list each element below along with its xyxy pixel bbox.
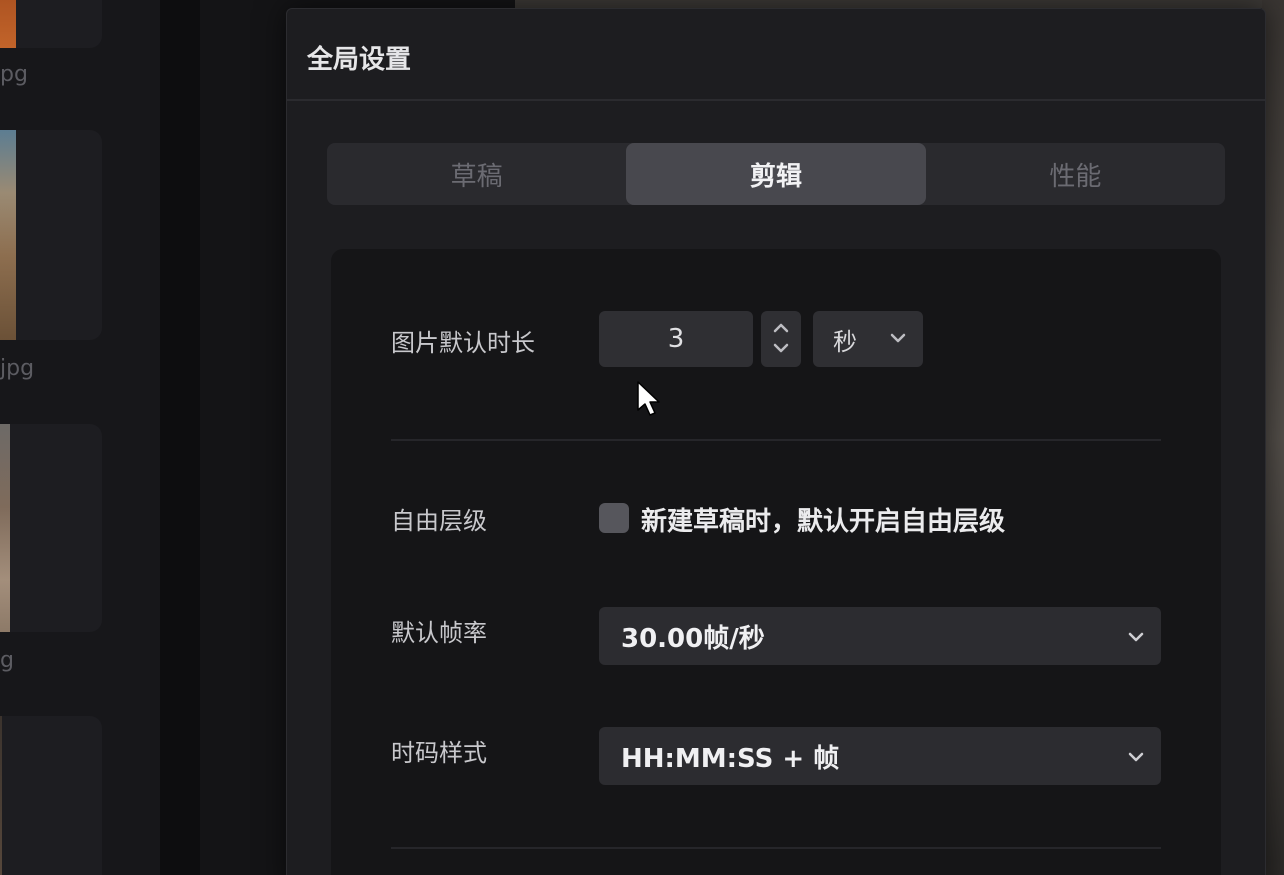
duration-stepper[interactable] [761, 311, 801, 367]
media-filename: g [0, 648, 14, 673]
frame-rate-value: 30.00帧/秒 [621, 623, 765, 654]
thumbnail-image [0, 716, 2, 875]
media-filename: jpg [0, 356, 35, 381]
media-thumbnail[interactable] [0, 0, 102, 48]
stepper-down-icon[interactable] [772, 339, 790, 359]
mouse-pointer-icon [636, 380, 662, 422]
tab-performance[interactable]: 性能 [926, 143, 1225, 205]
thumbnail-image [0, 0, 16, 48]
free-layer-checkbox-label[interactable]: 新建草稿时，默认开启自由层级 [641, 501, 1005, 538]
thumbnail-image [0, 424, 10, 632]
duration-unit-select[interactable]: 秒 [813, 311, 923, 367]
free-layer-label: 自由层级 [391, 507, 487, 535]
image-duration-label: 图片默认时长 [391, 329, 535, 357]
dialog-title: 全局设置 [307, 45, 412, 75]
media-thumbnail[interactable] [0, 716, 102, 875]
chevron-down-icon [1125, 625, 1147, 655]
tab-edit[interactable]: 剪辑 [626, 143, 926, 205]
settings-tabs: 草稿 剪辑 性能 [327, 143, 1225, 205]
media-library-panel: pg jpg g [0, 0, 160, 875]
title-divider [287, 99, 1265, 101]
section-divider [391, 847, 1161, 849]
thumbnail-image [0, 130, 16, 340]
background-preview-edge [515, 0, 1284, 8]
chevron-down-icon [887, 327, 909, 355]
app-window: pg jpg g 全局设置 草稿 剪辑 性能 图片默认时长 3 秒 自由层级 新… [0, 0, 1284, 875]
free-layer-checkbox[interactable] [599, 503, 629, 533]
panel-divider [160, 0, 200, 875]
media-thumbnail[interactable] [0, 424, 102, 632]
frame-rate-select[interactable]: 30.00帧/秒 [599, 607, 1161, 665]
timecode-style-label: 时码样式 [391, 739, 487, 767]
image-duration-input[interactable]: 3 [599, 311, 753, 367]
settings-panel: 图片默认时长 3 秒 自由层级 新建草稿时，默认开启自由层级 默认帧率 30.0… [331, 249, 1221, 875]
tab-draft[interactable]: 草稿 [327, 143, 626, 205]
timecode-style-value: HH:MM:SS + 帧 [621, 743, 840, 774]
duration-unit-value: 秒 [833, 327, 857, 356]
media-filename: pg [0, 62, 28, 87]
timecode-style-select[interactable]: HH:MM:SS + 帧 [599, 727, 1161, 785]
frame-rate-label: 默认帧率 [391, 619, 487, 647]
stepper-up-icon[interactable] [772, 319, 790, 339]
media-thumbnail[interactable] [0, 130, 102, 340]
global-settings-dialog: 全局设置 草稿 剪辑 性能 图片默认时长 3 秒 自由层级 新建草稿时，默认开启… [286, 8, 1266, 875]
chevron-down-icon [1125, 745, 1147, 775]
section-divider [391, 439, 1161, 441]
